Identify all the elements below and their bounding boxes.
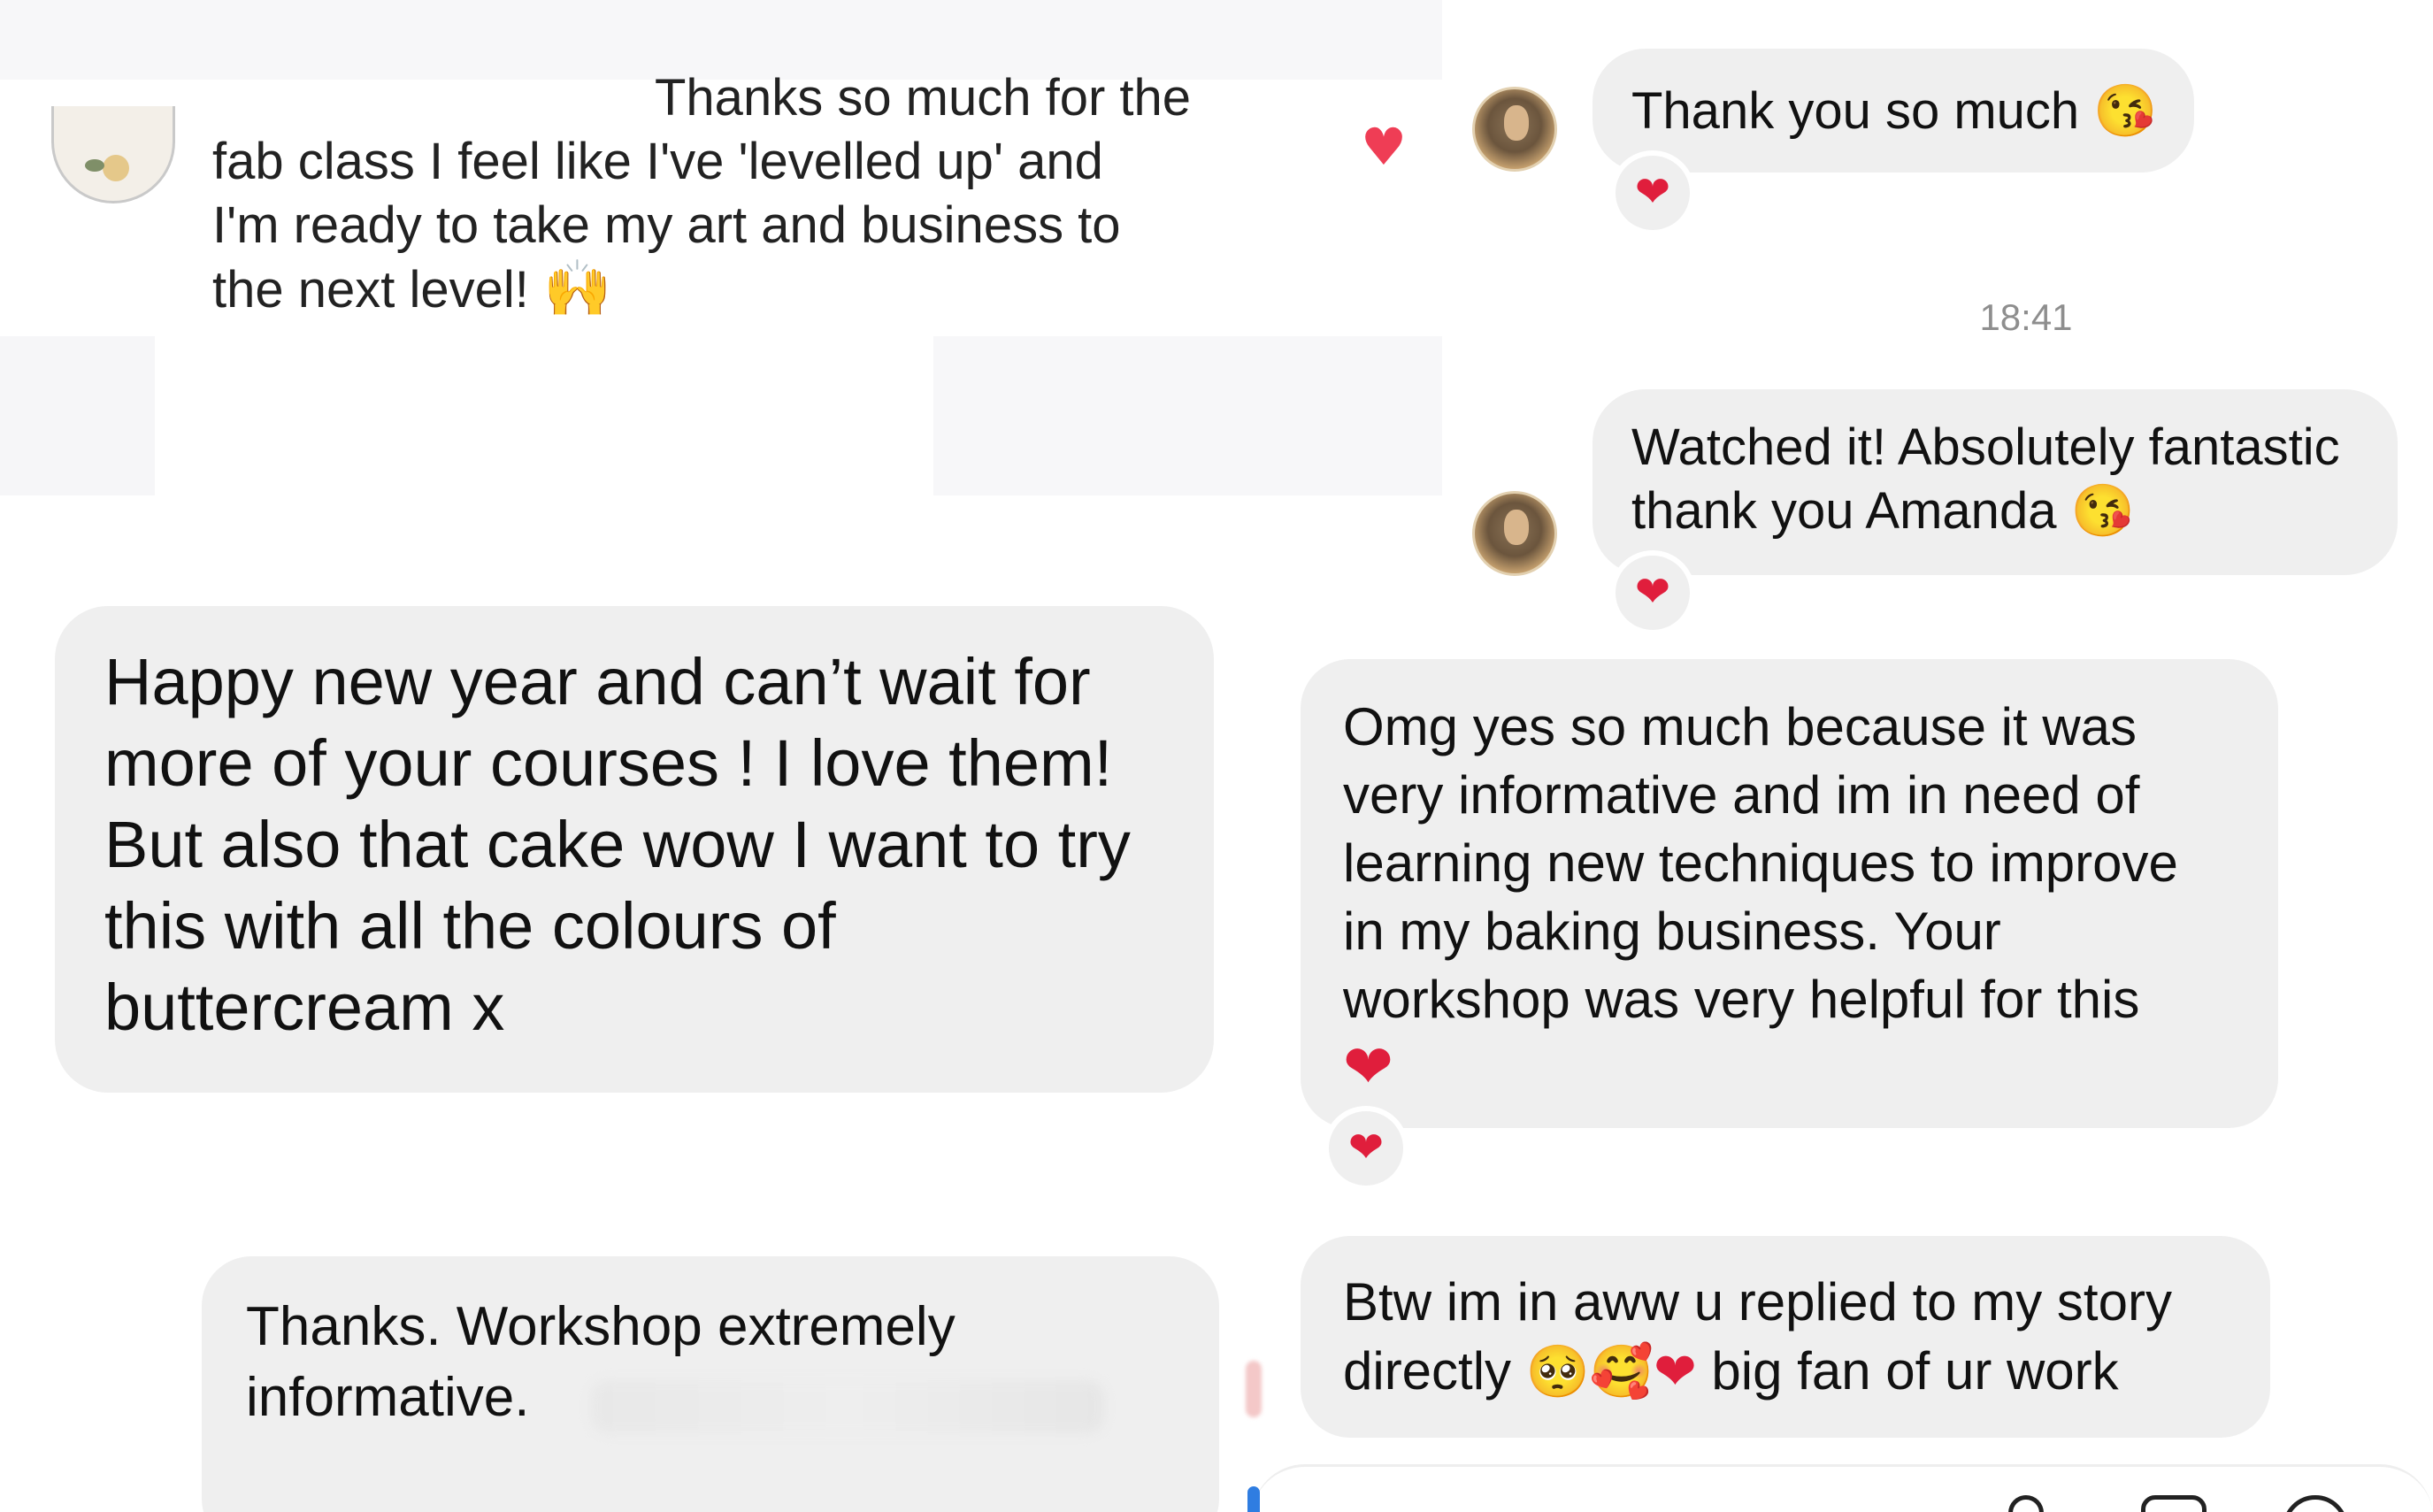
message-line: the next level! 🙌 (212, 257, 1274, 322)
heart-reaction-icon[interactable]: ❤ (1324, 1106, 1408, 1191)
raised-hands-icon: 🙌 (543, 258, 612, 319)
message-line: I'm ready to take my art and business to (212, 196, 1121, 254)
cropped-edge (1246, 1361, 1262, 1417)
message-line: fab class I feel like I've 'levelled up'… (212, 133, 1103, 190)
heart-reaction-icon[interactable]: ❤ (1610, 150, 1695, 235)
heart-icon: ❤ (1654, 1341, 1697, 1401)
message-bubble[interactable]: Btw im in aww u replied to my story dire… (1301, 1236, 2270, 1438)
message-bubble[interactable]: Thank you so much 😘 (1593, 49, 2194, 173)
message-text: Watched it! Absolutely fantastic thank y… (1631, 418, 2340, 540)
redacted-text (591, 1380, 1104, 1433)
message-text-end: big fan of ur work (1696, 1341, 2119, 1401)
avatar-flower (103, 155, 129, 181)
message-composer[interactable] (1252, 1464, 2433, 1512)
pleading-face-icon: 🥺🥰 (1525, 1341, 1654, 1401)
panel-shade (933, 336, 1442, 495)
message-bubble[interactable]: Happy new year and can’t wait for more o… (55, 606, 1214, 1093)
message-line: Thanks so much for the (655, 69, 1192, 127)
like-heart-icon[interactable]: ♥ (1361, 117, 1407, 177)
avatar-face (1504, 510, 1529, 545)
message-text: Happy new year and can’t wait for more o… (104, 645, 1131, 1044)
avatar-leaf (85, 159, 104, 172)
panel-shade (0, 336, 155, 495)
timestamp: 18:41 (1979, 296, 2073, 338)
avatar-face (1504, 105, 1529, 141)
message-text-body: Omg yes so much because it was very info… (1343, 697, 2178, 1029)
message-bubble[interactable]: Watched it! Absolutely fantastic thank y… (1593, 389, 2398, 575)
message-text: Thank you so much 😘 (1631, 82, 2158, 140)
photo-icon[interactable] (2141, 1495, 2207, 1512)
heart-icon: ❤ (1343, 1032, 1393, 1102)
message-text: Omg yes so much because it was very info… (1343, 693, 2263, 1103)
message-text: Thanks so much for the fab class I feel … (212, 66, 1274, 322)
message-text: Btw im in aww u replied to my story dire… (1343, 1268, 2263, 1406)
composer-accent (1247, 1486, 1260, 1512)
message-bubble[interactable]: Omg yes so much because it was very info… (1301, 659, 2278, 1128)
sender-avatar[interactable] (1472, 491, 1557, 576)
sender-avatar[interactable] (1472, 87, 1557, 172)
message-bubble[interactable]: Thanks. Workshop extremely informative. (202, 1256, 1219, 1512)
message-line-text: the next level! (212, 261, 543, 319)
heart-reaction-icon[interactable]: ❤ (1610, 550, 1695, 635)
